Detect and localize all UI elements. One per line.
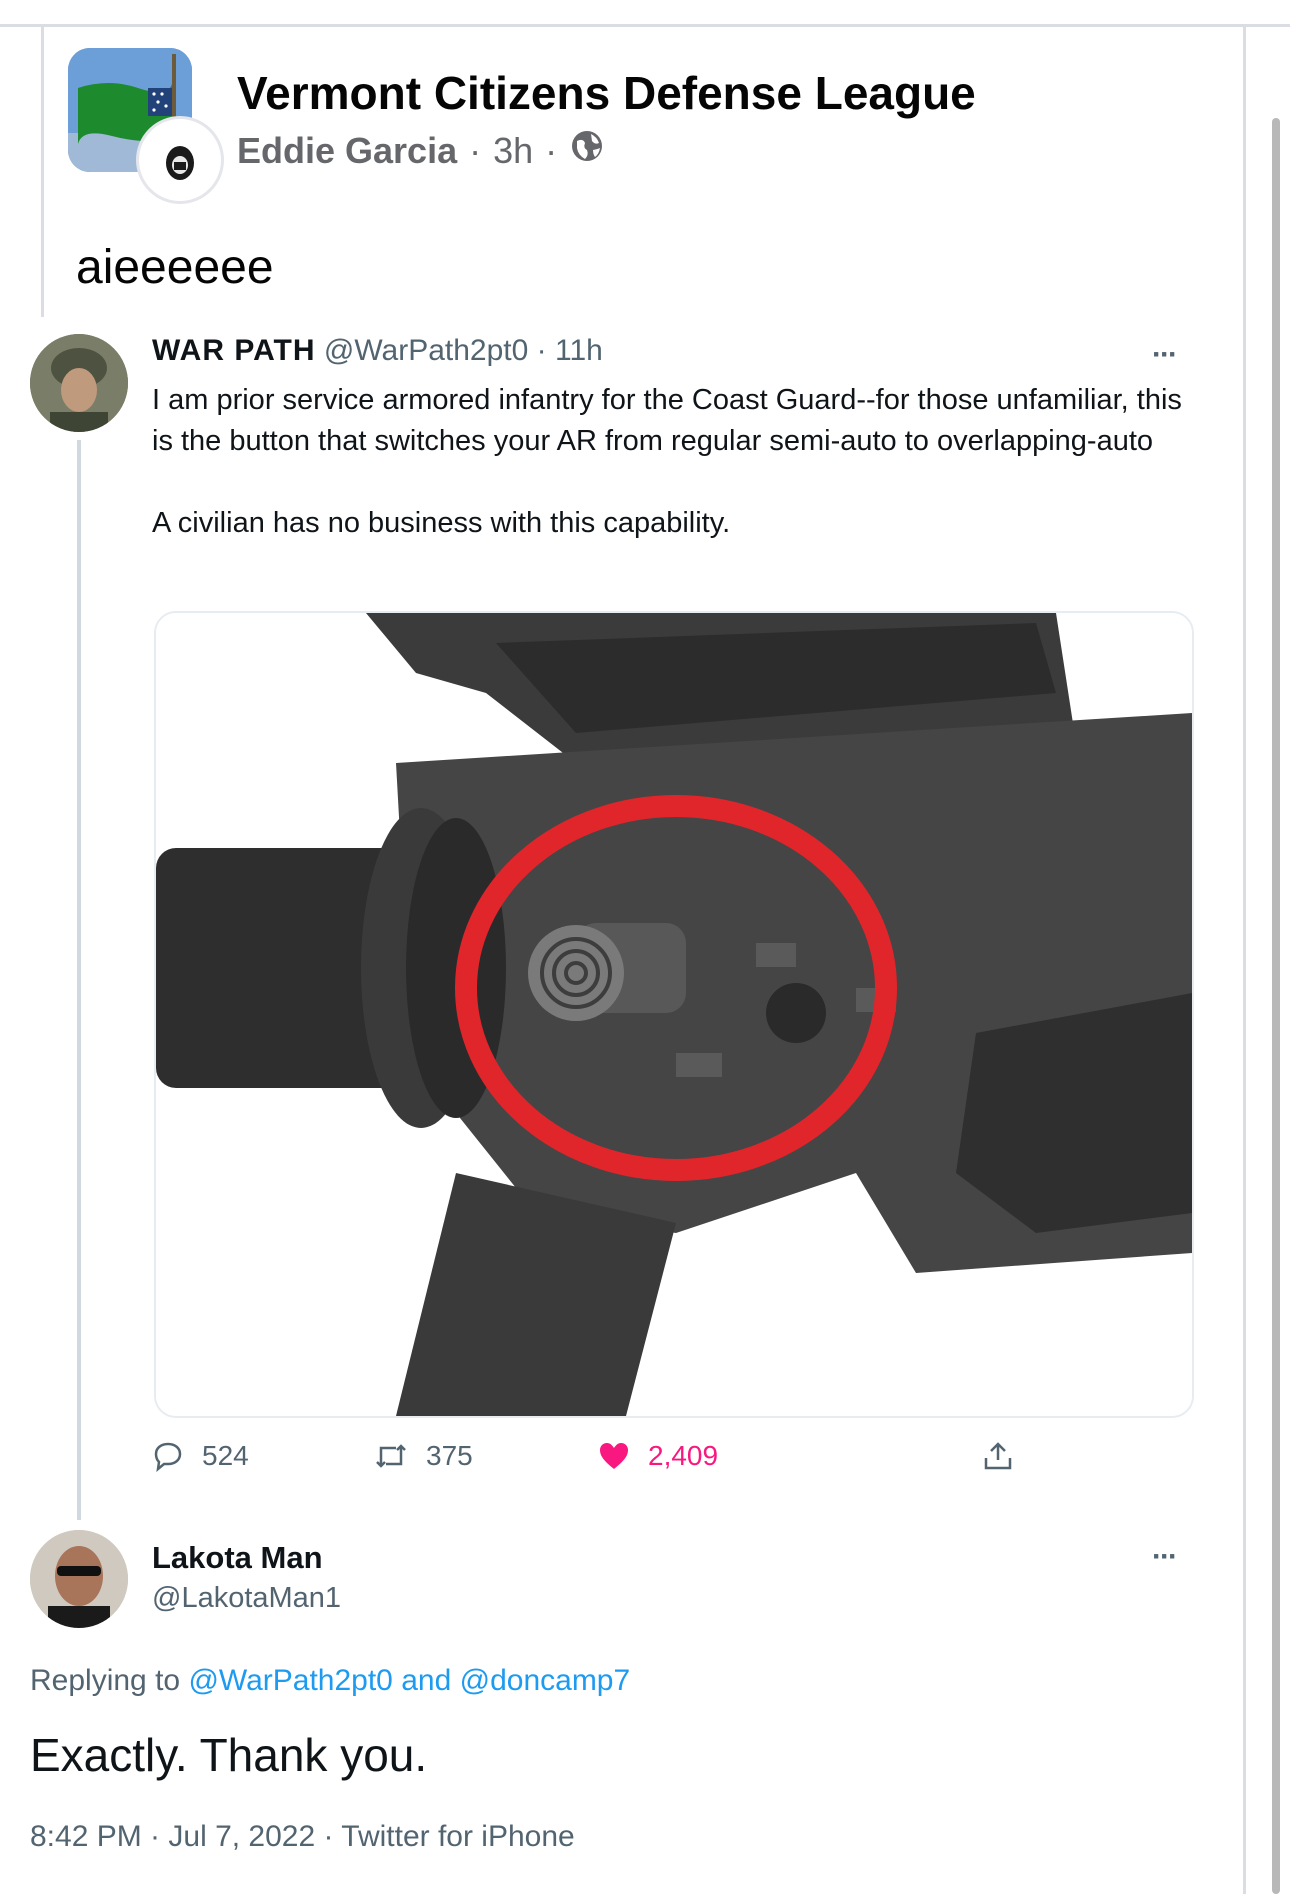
reply-timestamp[interactable]: 8:42 PM · Jul 7, 2022 · Twitter for iPho… — [30, 1820, 575, 1854]
reply-action[interactable]: 524 — [152, 1440, 249, 1472]
group-name[interactable]: Vermont Citizens Defense League — [237, 66, 976, 120]
heart-icon — [600, 1443, 628, 1469]
tweet-body: I am prior service armored infantry for … — [152, 380, 1182, 544]
tweet-separator: · — [536, 334, 547, 367]
reply-icon — [154, 1442, 182, 1472]
post-right-border — [1243, 27, 1246, 1894]
reply-handle[interactable]: @LakotaMan1 — [152, 1582, 341, 1615]
reply-display-name[interactable]: Lakota Man — [152, 1540, 323, 1576]
reply-text: Exactly. Thank you. — [30, 1729, 428, 1781]
meta-separator: · — [469, 129, 482, 171]
tweet-handle[interactable]: @WarPath2pt0 — [324, 334, 528, 367]
replying-user-link[interactable]: @doncamp7 — [460, 1664, 631, 1697]
soldier-photo — [30, 334, 128, 432]
post-time[interactable]: 3h — [493, 130, 533, 172]
author-name[interactable]: Eddie Garcia — [237, 130, 457, 172]
replying-to: Replying to @WarPath2pt0 and @doncamp7 — [30, 1664, 630, 1698]
replying-user-link[interactable]: @WarPath2pt0 — [188, 1664, 392, 1697]
tweet-time[interactable]: 11h — [555, 334, 603, 367]
author-avatar[interactable] — [136, 116, 224, 204]
share-action[interactable] — [982, 1440, 1014, 1472]
like-count: 2,409 — [648, 1440, 719, 1471]
retweet-action[interactable]: 375 — [374, 1440, 473, 1472]
post-text: aieeeeee — [76, 241, 274, 294]
tweet-display-name[interactable]: WAR PATH — [152, 334, 316, 367]
tweet-image[interactable] — [154, 611, 1194, 1418]
reply-avatar[interactable] — [30, 1530, 128, 1628]
free-eddie-logo — [142, 122, 218, 198]
share-icon — [984, 1442, 1012, 1470]
scrollbar[interactable] — [1272, 118, 1280, 1894]
tweet-paragraph: I am prior service armored infantry for … — [152, 384, 1182, 457]
reply-more-icon[interactable]: ··· — [1152, 1540, 1178, 1574]
retweet-count: 375 — [426, 1440, 473, 1471]
meta-separator: · — [545, 129, 558, 171]
rifle-photo — [156, 613, 1192, 1416]
reply-user-photo — [30, 1530, 128, 1628]
like-action[interactable]: 2,409 — [598, 1440, 718, 1472]
tweet-header: WAR PATH @WarPath2pt0 · 11h — [152, 334, 603, 368]
reply-count: 524 — [202, 1440, 249, 1471]
post-meta: Eddie Garcia · 3h · — [237, 128, 605, 173]
replying-prefix: Replying to — [30, 1664, 181, 1697]
tweet-avatar[interactable] — [30, 334, 128, 432]
post-left-border — [41, 27, 44, 317]
tweet-more-icon[interactable]: ··· — [1152, 338, 1178, 372]
tweet-paragraph: A civilian has no business with this cap… — [152, 507, 731, 539]
tweet-actions: 524 375 2,409 — [152, 1440, 1052, 1490]
retweet-icon — [376, 1444, 406, 1468]
globe-icon[interactable] — [569, 128, 605, 173]
replying-and: and — [401, 1664, 452, 1697]
thread-line — [77, 440, 81, 1520]
top-divider — [0, 24, 1290, 27]
